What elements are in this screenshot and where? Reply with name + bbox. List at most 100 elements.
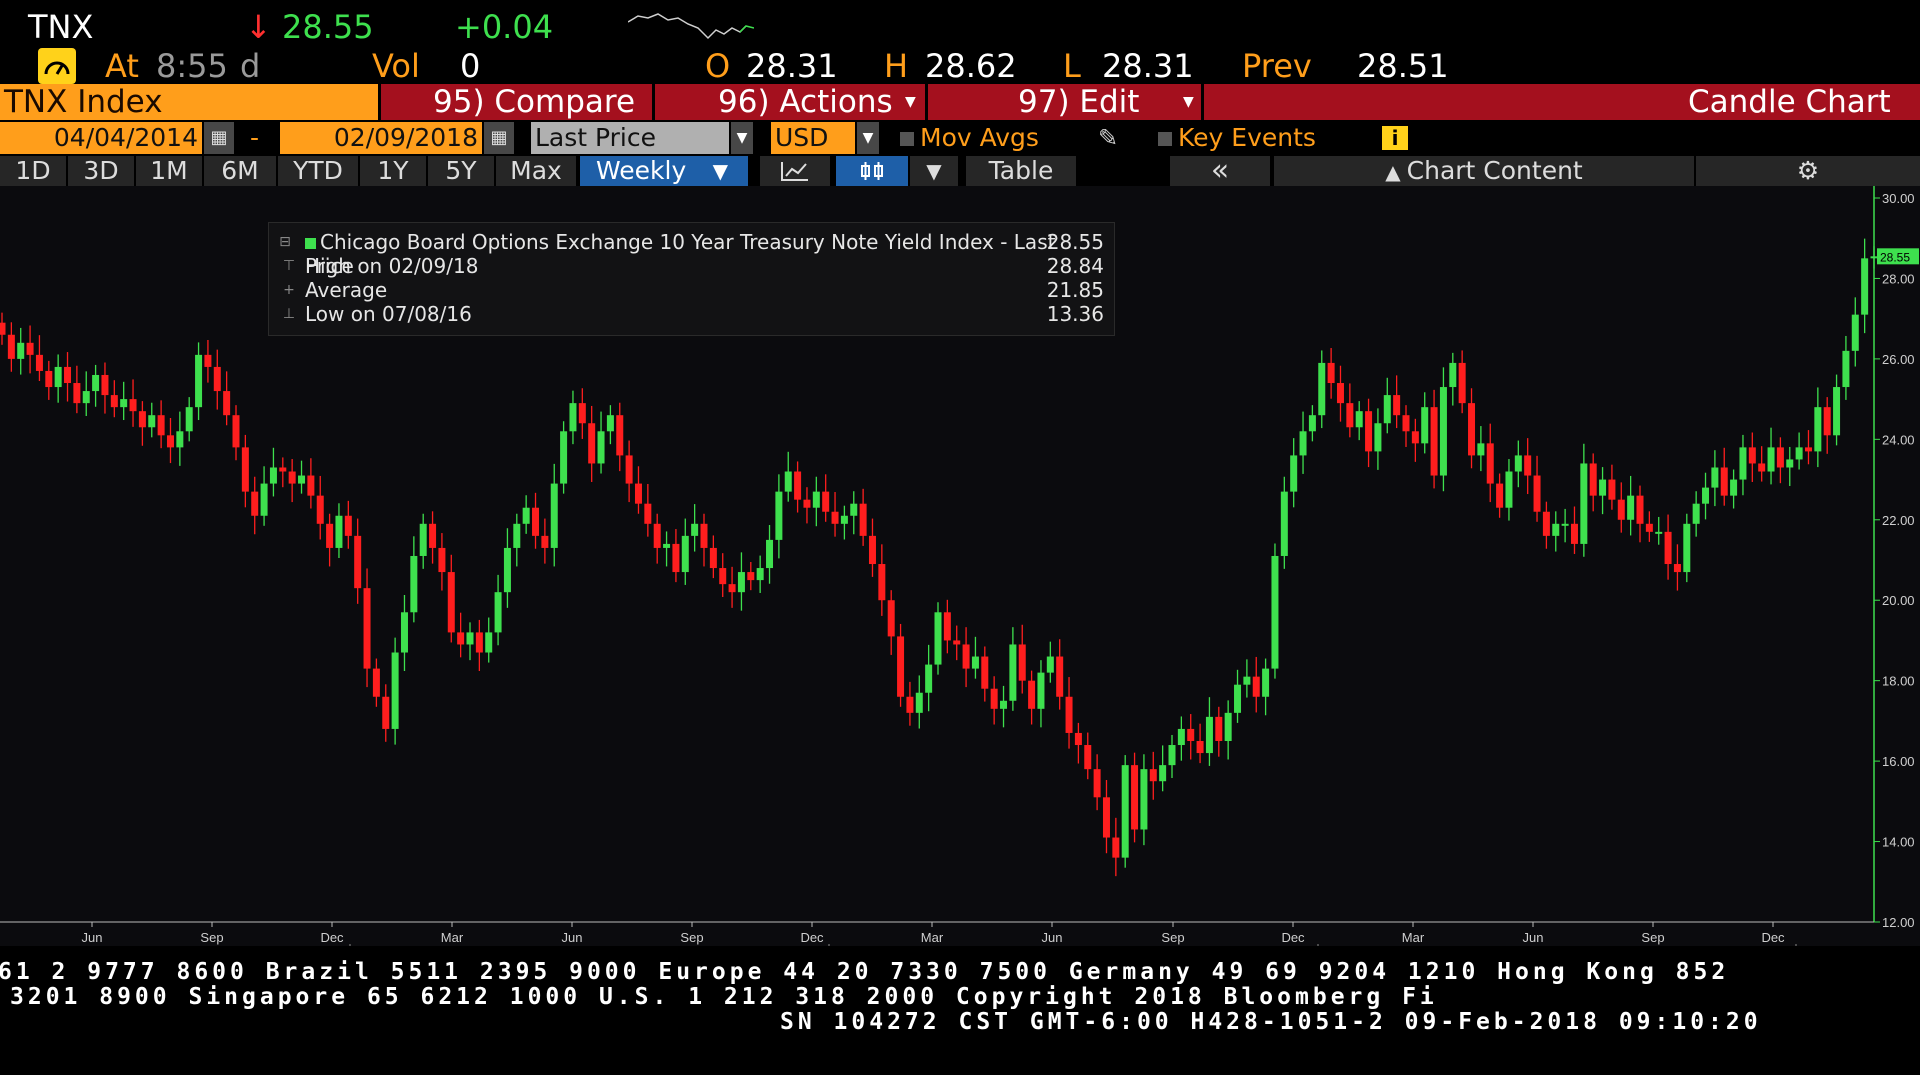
legend-low-label: Low on 07/08/16 <box>305 302 472 326</box>
candle-body <box>438 547 446 573</box>
x-tick-label: Jun <box>562 930 583 945</box>
candle-body <box>578 403 586 424</box>
field-dropdown-icon[interactable]: ▼ <box>731 122 753 154</box>
candle-body <box>934 612 942 665</box>
actions-button[interactable]: 96) Actions <box>718 84 893 120</box>
candle-body <box>1318 362 1326 416</box>
candle-body <box>522 507 530 524</box>
start-date-field[interactable]: 04/04/2014 <box>0 122 202 154</box>
candle-body <box>1000 700 1008 709</box>
candle-body <box>195 354 203 408</box>
legend-title-value: 28.55 <box>1046 230 1104 254</box>
candle-body <box>279 467 287 472</box>
legend-average-label: Average <box>305 278 388 302</box>
speedometer-icon[interactable] <box>38 48 76 84</box>
candle-body <box>1308 415 1316 432</box>
range-6m-button[interactable]: 6M <box>204 156 276 186</box>
candle-body <box>1449 362 1457 388</box>
period-select[interactable]: Weekly ▼ <box>580 156 748 186</box>
candle-body <box>878 564 886 601</box>
candle-body <box>822 491 830 512</box>
settings-gear-icon[interactable]: ⚙ <box>1696 156 1920 186</box>
key-events-toggle[interactable]: Key Events <box>1158 122 1318 154</box>
compare-button[interactable]: 95) Compare <box>433 84 635 120</box>
range-1y-button[interactable]: 1Y <box>360 156 426 186</box>
legend-low-row: ⊥ Low on 07/08/16 13.36 <box>283 302 1104 326</box>
y-tick-label: 28.00 <box>1882 271 1915 286</box>
candle-body <box>148 415 156 428</box>
info-icon[interactable]: i <box>1382 126 1408 150</box>
candle-body <box>672 543 680 573</box>
candle-body <box>1346 403 1354 428</box>
range-1d-button[interactable]: 1D <box>0 156 66 186</box>
range-1m-button[interactable]: 1M <box>136 156 202 186</box>
candle-body <box>1617 499 1625 520</box>
candle-body <box>223 391 231 416</box>
candle-body <box>1196 741 1204 754</box>
candle-body <box>419 523 427 556</box>
pencil-icon[interactable]: ✎ <box>1098 122 1128 154</box>
end-date-field[interactable]: 02/09/2018 <box>280 122 482 154</box>
currency-dropdown-icon[interactable]: ▼ <box>857 122 879 154</box>
candle-body <box>962 644 970 669</box>
candle-body <box>691 523 699 536</box>
candle-body <box>653 523 661 548</box>
candle-chart-icon[interactable] <box>836 156 908 186</box>
series-swatch <box>305 238 316 249</box>
edit-button[interactable]: 97) Edit <box>1018 84 1139 120</box>
field-select[interactable]: Last Price <box>531 122 729 154</box>
edit-dropdown-icon[interactable]: ▼ <box>1183 84 1194 120</box>
range-5y-button[interactable]: 5Y <box>428 156 494 186</box>
period-label: Weekly <box>596 156 687 185</box>
x-tick-label: Sep <box>200 930 223 945</box>
candle-body <box>1870 256 1878 259</box>
currency-select[interactable]: USD <box>771 122 855 154</box>
range-3d-button[interactable]: 3D <box>68 156 134 186</box>
calendar-icon[interactable]: ▦ <box>484 122 514 154</box>
line-chart-icon[interactable] <box>760 156 830 186</box>
chart-content-label: Chart Content <box>1406 156 1583 185</box>
checkbox-icon[interactable] <box>1158 132 1172 146</box>
candle-body <box>166 435 174 448</box>
candle-body <box>354 535 362 589</box>
chart-content-button[interactable]: ▲ Chart Content <box>1274 156 1694 186</box>
range-ytd-button[interactable]: YTD <box>278 156 358 186</box>
candle-body <box>606 415 614 432</box>
candle-body <box>344 515 352 536</box>
y-tick-label: 18.00 <box>1882 674 1915 689</box>
footer-line-3: SN 104272 CST GMT-6:00 H428-1051-2 09-Fe… <box>780 1009 1762 1035</box>
collapse-icon[interactable]: « <box>1170 156 1270 186</box>
candle-body <box>766 539 774 569</box>
candle-body <box>1234 684 1242 713</box>
prev-price: 28.51 <box>1357 47 1449 85</box>
table-button[interactable]: Table <box>966 156 1076 186</box>
x-tick-label: Dec <box>800 930 824 945</box>
candle-body <box>1056 656 1064 697</box>
candle-body <box>410 555 418 613</box>
chart-style-dropdown-icon[interactable]: ▼ <box>910 156 958 186</box>
candle-body <box>307 475 315 496</box>
candle-body <box>1673 564 1681 573</box>
candle-body <box>663 543 671 548</box>
candle-body <box>1411 431 1419 444</box>
candle-body <box>1524 455 1532 476</box>
candle-body <box>400 612 408 653</box>
candle-body <box>1776 447 1784 468</box>
range-max-button[interactable]: Max <box>496 156 576 186</box>
candle-body <box>92 374 100 392</box>
key-events-label: Key Events <box>1178 123 1316 152</box>
legend-collapse-icon[interactable]: ⊟ <box>277 230 293 254</box>
actions-dropdown-icon[interactable]: ▼ <box>905 84 916 120</box>
chart-legend[interactable]: ⊟ Chicago Board Options Exchange 10 Year… <box>268 222 1115 336</box>
calendar-icon[interactable]: ▦ <box>204 122 234 154</box>
mov-avgs-toggle[interactable]: Mov Avgs <box>900 122 1040 154</box>
candle-body <box>0 322 6 335</box>
last-price-label: 28.55 <box>1880 250 1910 264</box>
security-tab[interactable]: TNX Index <box>0 84 378 120</box>
candle-body <box>756 568 764 581</box>
checkbox-icon[interactable] <box>900 132 914 146</box>
vol-label: Vol <box>372 47 420 85</box>
legend-high-row: ⊤ High on 02/09/18 28.84 <box>283 254 1104 278</box>
candle-body <box>1542 511 1550 536</box>
candle-body <box>1833 387 1841 436</box>
